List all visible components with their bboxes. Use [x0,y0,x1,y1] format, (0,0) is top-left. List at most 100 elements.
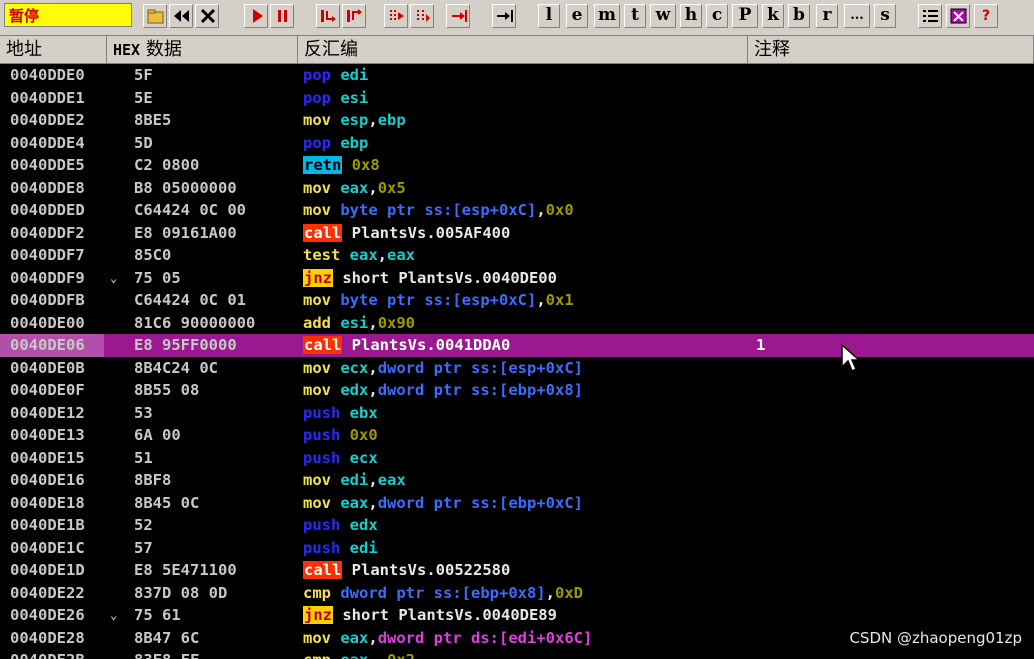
trace-into-icon [390,10,404,22]
mnemonic: pop [303,66,331,84]
operand: edx [340,381,369,399]
address-column-header[interactable]: 地址 [0,36,107,64]
trace-over-button[interactable] [410,4,434,28]
disasm-column-header[interactable]: 反汇编 [298,36,748,64]
instruction-row[interactable]: 0040DDE0 5F pop edi [0,64,1034,87]
operand: ecx [340,358,369,377]
callstack-window-button[interactable]: k [762,4,784,28]
mnemonic: push [303,448,341,467]
comment-column-header[interactable]: 注释 [748,36,1034,64]
instruction-row[interactable]: 0040DE0F 8B55 08 mov edx,dword ptr ss:[ebp… [0,379,1034,402]
pause-button[interactable] [270,4,294,28]
hex-cell: 8B47 6C [134,628,200,647]
log-window-button[interactable]: l [538,4,560,28]
hex-cell: 51 [134,448,153,467]
disasm-cell: test eax,eax [303,244,415,267]
disasm-cell: pop ebp [303,132,368,155]
instruction-row[interactable]: 0040DE12 53 push ebx [0,402,1034,425]
help-button[interactable]: ? [974,4,998,28]
windows-window-button[interactable]: w [650,4,676,28]
instruction-row[interactable]: 0040DDF2 E8 09161A00 call PlantsVs.005AF40… [0,222,1034,245]
hex-column-header[interactable]: HEX 数据 [107,36,298,64]
instruction-row[interactable]: 0040DE15 51 push ecx [0,447,1034,470]
disasm-cell: retn 0x8 [303,154,380,177]
instruction-row[interactable]: 0040DE22 837D 08 0D cmp dword ptr ss:[ebp+… [0,582,1034,605]
instruction-row[interactable]: 0040DE18 8B45 0C mov eax,dword ptr ss:[ebp… [0,492,1034,515]
mnemonic: mov [303,493,331,512]
operand: byte ptr ss:[esp+0xC] [340,291,537,309]
operand: eax [340,493,369,512]
instruction-row[interactable]: 0040DDE2 8BE5 mov esp,ebp [0,109,1034,132]
instruction-row[interactable]: 0040DE13 6A 00 push 0x0 [0,424,1034,447]
instruction-row[interactable]: 0040DDF7 85C0 test eax,eax [0,244,1034,267]
instruction-row[interactable]: 0040DDF9 ⌄ 75 05 jnz short PlantsVs.0040DE0… [0,267,1034,290]
memory-window-button[interactable]: m [594,4,620,28]
breakpoints-window-button[interactable]: b [788,4,810,28]
operand: , [368,471,378,489]
disassembly-list[interactable]: 0040DDE0 5F pop edi 0040DDE1 5E pop esi 0040DD… [0,64,1034,659]
selected-instruction-row[interactable]: 0040DE06 E8 95FF0000 call PlantsVs.0041DDA… [0,334,1034,357]
execute-till-return-button[interactable] [446,4,470,28]
operand: edi [340,66,369,84]
mnemonic: mov [303,201,331,219]
instruction-row[interactable]: 0040DDE5 C2 0800 retn 0x8 [0,154,1034,177]
operand: eax [340,651,368,659]
mnemonic: push [303,426,341,444]
instruction-row[interactable]: 0040DE0B 8B4C24 0C mov ecx,dword ptr ss:[e… [0,357,1034,380]
instruction-row[interactable]: 0040DDE1 5E pop esi [0,87,1034,110]
open-file-button[interactable] [143,4,167,28]
hex-cell: 75 05 [134,268,181,287]
mnemonic: mov [303,111,331,129]
disasm-cell: push edx [303,514,378,537]
options-button[interactable] [918,4,942,28]
instruction-row[interactable]: 0040DE26 ⌄ 75 61 jnz short PlantsVs.0040DE8… [0,604,1034,627]
source-window-button[interactable]: s [874,4,896,28]
instruction-row[interactable]: 0040DE1D E8 5E471100 call PlantsVs.0052258… [0,559,1034,582]
instruction-row[interactable]: 0040DE00 81C6 90000000 add esi,0x90 [0,312,1034,335]
address-cell: 0040DE13 [10,426,85,444]
handles-window-button[interactable]: h [680,4,702,28]
instruction-row[interactable]: 0040DDE8 B8 05000000 mov eax,0x5 [0,177,1034,200]
disasm-cell: cmp eax,-0x2 [303,649,415,659]
address-cell: 0040DE1C [10,538,85,557]
watermark: CSDN @zhaopeng01zp [849,629,1022,647]
instruction-row[interactable]: 0040DDE4 5D pop ebp [0,132,1034,155]
instruction-row[interactable]: 0040DE2B 83F8 FF cmp eax,-0x2 [0,649,1034,659]
instruction-row[interactable]: 0040DE16 8BF8 mov edi,eax [0,469,1034,492]
instruction-row[interactable]: 0040DE1B 52 push edx [0,514,1034,537]
operand: 0x8 [351,156,380,174]
instruction-row[interactable]: 0040DE1C 57 push edi [0,537,1034,560]
run-button[interactable] [244,4,268,28]
operand: 0x1 [545,291,574,309]
hex-cell: C64424 0C 00 [134,201,246,219]
address-cell: 0040DE26 [10,606,85,624]
instruction-row[interactable]: 0040DDED C64424 0C 00 mov byte ptr ss:[esp… [0,199,1034,222]
address-cell: 0040DDE4 [10,133,85,152]
operand: short PlantsVs.0040DE00 [342,268,557,287]
grid-icon [950,8,967,24]
step-into-button[interactable] [316,4,340,28]
modules-window-button[interactable]: e [566,4,588,28]
patches-window-button[interactable]: P [732,4,758,28]
disasm-cell: push 0x0 [303,424,378,447]
close-button[interactable] [195,4,219,28]
appearance-button[interactable] [946,4,970,28]
trace-into-button[interactable] [384,4,408,28]
operand: 0x0 [545,201,574,219]
cpu-window-button[interactable]: c [706,4,728,28]
operand: eax [340,628,369,647]
instruction-row[interactable]: 0040DDFB C64424 0C 01 mov byte ptr ss:[esp… [0,289,1034,312]
address-cell: 0040DE06 [0,334,104,357]
operand: , [536,291,546,309]
address-cell: 0040DDE2 [10,111,85,129]
step-over-button[interactable] [342,4,366,28]
restart-button[interactable] [169,4,193,28]
operand: PlantsVs.0041DDA0 [351,336,511,354]
references-window-button[interactable]: r [816,4,838,28]
run-trace-window-button[interactable]: ... [844,4,870,28]
operand: , [545,583,555,602]
threads-window-button[interactable]: t [624,4,646,28]
goto-origin-button[interactable] [492,4,516,28]
hex-cell: 8B55 08 [134,381,200,399]
operand: dword ptr ss:[ebp+0x8] [377,381,583,399]
